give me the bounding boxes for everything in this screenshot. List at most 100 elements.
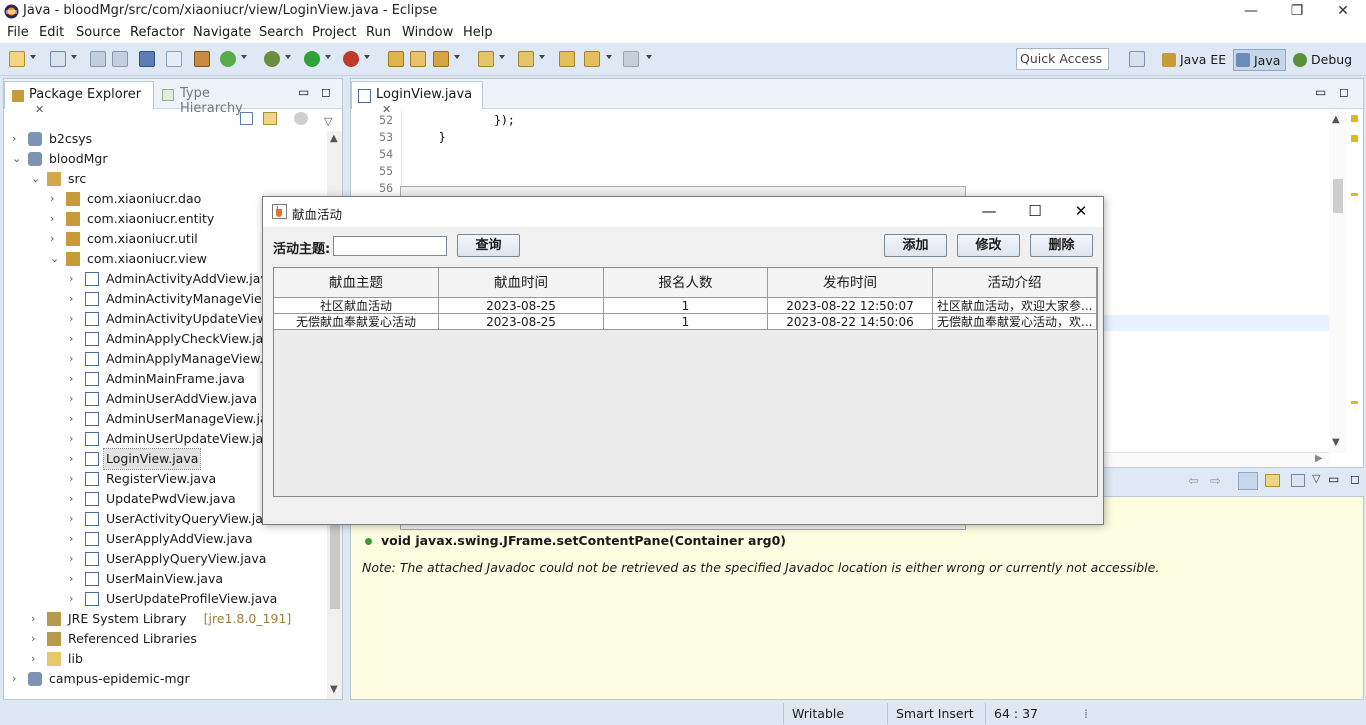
prev-annotation-icon[interactable] <box>518 51 534 67</box>
dialog-maximize-button[interactable]: ☐ <box>1012 197 1058 227</box>
scroll-right-icon[interactable]: ▶ <box>1315 453 1323 464</box>
tab-loginview[interactable]: LoginView.java ✕ <box>351 81 483 116</box>
tree-item[interactable]: › UserUpdateProfileView.java <box>4 589 326 609</box>
maximize-view-icon[interactable]: ◻ <box>1350 472 1360 486</box>
chevron-right-icon[interactable]: › <box>31 609 41 629</box>
chevron-down-icon[interactable]: ⌄ <box>12 149 22 169</box>
chevron-right-icon[interactable]: › <box>50 209 60 229</box>
chevron-right-icon[interactable]: › <box>12 669 22 689</box>
menu-help[interactable]: Help <box>463 25 493 40</box>
tree-item[interactable]: › campus-epidemic-mgr <box>4 669 326 689</box>
console-icon[interactable] <box>139 51 155 67</box>
editor-scrollbar-thumb[interactable] <box>1333 179 1343 213</box>
save-all-icon[interactable] <box>112 51 128 67</box>
new-class-icon[interactable] <box>388 51 404 67</box>
editor-vertical-scrollbar[interactable]: ▲ ▼ <box>1329 111 1346 453</box>
new-project-icon[interactable] <box>50 51 66 67</box>
column-header-date[interactable]: 献血时间 <box>439 268 604 298</box>
dialog-minimize-button[interactable]: — <box>966 197 1012 227</box>
forward-icon[interactable] <box>623 51 639 67</box>
view-menu-icon[interactable]: ▽ <box>324 115 332 128</box>
tree-item[interactable]: › Referenced Libraries <box>4 629 326 649</box>
warning-marker[interactable] <box>1351 135 1358 142</box>
chevron-right-icon[interactable]: › <box>50 229 60 249</box>
view-menu-icon[interactable]: ▽ <box>1312 472 1320 485</box>
menu-refactor[interactable]: Refactor <box>130 25 185 40</box>
maximize-view-icon[interactable]: ◻ <box>321 85 331 99</box>
maximize-editor-icon[interactable]: ◻ <box>1339 85 1349 99</box>
debug-icon[interactable] <box>264 51 280 67</box>
refresh-icon[interactable] <box>220 51 236 67</box>
tree-item[interactable]: › UserMainView.java <box>4 569 326 589</box>
table-cell[interactable]: 1 <box>604 298 768 314</box>
chevron-right-icon[interactable]: › <box>69 569 79 589</box>
quick-access-input[interactable]: Quick Access <box>1016 48 1109 70</box>
perspective-java-ee[interactable]: Java EE <box>1160 49 1228 71</box>
column-header-signups[interactable]: 报名人数 <box>604 268 768 298</box>
run-icon[interactable] <box>304 51 320 67</box>
chevron-right-icon[interactable]: › <box>69 409 79 429</box>
scroll-up-icon[interactable]: ▲ <box>1332 114 1340 125</box>
scroll-down-icon[interactable]: ▼ <box>1332 437 1340 448</box>
table-cell[interactable]: 无偿献血奉献爱心活动，欢... <box>933 314 1097 330</box>
chevron-right-icon[interactable]: › <box>69 389 79 409</box>
back-icon[interactable] <box>584 51 600 67</box>
close-tab-icon[interactable]: ✕ <box>35 103 44 116</box>
open-task-icon[interactable] <box>433 51 449 67</box>
warning-marker[interactable] <box>1351 401 1358 404</box>
chevron-right-icon[interactable]: › <box>69 589 79 609</box>
link-with-selection-icon[interactable] <box>1238 472 1258 490</box>
menu-window[interactable]: Window <box>402 25 453 40</box>
close-button[interactable]: ✕ <box>1320 0 1366 23</box>
restore-button[interactable]: ❐ <box>1274 0 1320 23</box>
tree-item[interactable]: ⌄ src <box>4 169 326 189</box>
warning-marker[interactable] <box>1351 193 1358 196</box>
edit-button[interactable]: 修改 <box>957 234 1020 257</box>
minimize-button[interactable]: — <box>1228 0 1274 23</box>
menu-project[interactable]: Project <box>312 25 356 40</box>
open-browser-icon[interactable] <box>1291 474 1305 487</box>
chevron-right-icon[interactable]: › <box>31 629 41 649</box>
chevron-right-icon[interactable]: › <box>69 329 79 349</box>
chevron-right-icon[interactable]: › <box>69 489 79 509</box>
link-with-editor-icon[interactable] <box>263 112 277 125</box>
perspective-java[interactable]: Java <box>1233 49 1286 71</box>
chevron-right-icon[interactable]: › <box>69 309 79 329</box>
chevron-right-icon[interactable]: › <box>69 429 79 449</box>
table-cell[interactable]: 1 <box>604 314 768 330</box>
tree-item[interactable]: › JRE System Library [jre1.8.0_191] <box>4 609 326 629</box>
table-cell[interactable]: 社区献血活动 <box>274 298 439 314</box>
chevron-right-icon[interactable]: › <box>69 369 79 389</box>
chevron-right-icon[interactable]: › <box>69 549 79 569</box>
minimize-editor-icon[interactable]: ▭ <box>1315 85 1326 99</box>
tree-item[interactable]: › UserApplyQueryView.java <box>4 549 326 569</box>
forward-icon[interactable]: ⇨ <box>1210 474 1221 489</box>
chevron-right-icon[interactable]: › <box>69 349 79 369</box>
query-button[interactable]: 查询 <box>457 234 520 257</box>
open-type-icon[interactable] <box>410 51 426 67</box>
focus-icon[interactable] <box>294 112 308 125</box>
tree-item[interactable]: › UserApplyAddView.java <box>4 529 326 549</box>
collapse-all-icon[interactable] <box>240 112 253 125</box>
table-cell[interactable]: 无偿献血奉献爱心活动 <box>274 314 439 330</box>
tree-item[interactable]: › lib <box>4 649 326 669</box>
back-icon[interactable]: ⇦ <box>1188 474 1199 489</box>
scroll-down-icon[interactable]: ▼ <box>330 684 338 695</box>
menu-source[interactable]: Source <box>76 25 121 40</box>
new-icon[interactable] <box>9 51 25 67</box>
delete-button[interactable]: 删除 <box>1030 234 1093 257</box>
menu-navigate[interactable]: Navigate <box>193 25 251 40</box>
topic-input[interactable] <box>333 236 447 256</box>
minimize-view-icon[interactable]: ▭ <box>1328 472 1339 486</box>
chevron-right-icon[interactable]: › <box>69 509 79 529</box>
column-header-intro[interactable]: 活动介绍 <box>933 268 1097 298</box>
build-icon[interactable] <box>194 51 210 67</box>
tab-package-explorer[interactable]: Package Explorer ✕ <box>4 81 154 116</box>
tree-item[interactable]: ⌄ bloodMgr <box>4 149 326 169</box>
table-cell[interactable]: 2023-08-22 12:50:07 <box>768 298 933 314</box>
table-cell[interactable]: 2023-08-25 <box>439 298 604 314</box>
open-perspective-icon[interactable] <box>1129 51 1145 67</box>
table-cell[interactable]: 社区献血活动，欢迎大家参... <box>933 298 1097 314</box>
chevron-right-icon[interactable]: › <box>69 269 79 289</box>
chevron-right-icon[interactable]: › <box>69 529 79 549</box>
